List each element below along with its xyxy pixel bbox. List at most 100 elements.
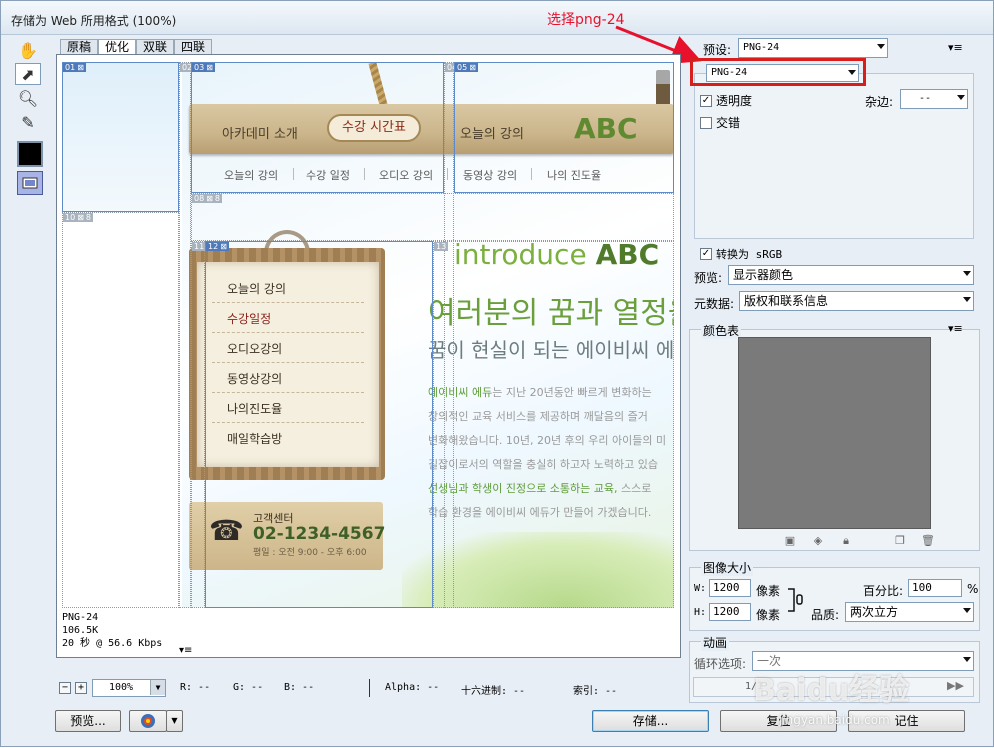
hand-tool-icon[interactable]: ✋ [15,39,41,61]
slice-label: 01 ⊠ [63,63,86,72]
optimize-menu-icon[interactable]: ▾≡ [948,41,963,54]
title-bar: 存储为 Web 所用格式 (100%) [1,1,993,35]
slice-label: 08 ⊠ 8 [192,194,222,203]
animation-title: 动画 [701,634,730,651]
preset-dropdown[interactable]: PNG-24 [738,38,888,58]
readout-g: G: -- [233,682,264,693]
zoom-in-icon[interactable]: + [75,682,87,694]
preview-frame: 아카데미 소개 수강 시간표 오늘의 강의 ABC 오늘의 강의 수강 일정 오… [56,54,681,658]
delete-color-icon[interactable]: 🗑︎ [920,534,936,548]
lock-color-icon[interactable]: 🔒︎ [838,534,854,548]
eyedropper-color-swatch[interactable] [17,141,43,167]
browser-icon [141,714,155,728]
image-canvas[interactable]: 아카데미 소개 수강 시간표 오늘의 강의 ABC 오늘의 강의 수강 일정 오… [62,62,674,608]
loop-label: 循环选项: [694,657,747,671]
slice-label: 13 [434,242,449,251]
tab-original[interactable]: 原稿 [60,39,99,55]
interlace-checkbox[interactable]: 交错 [700,114,740,131]
checkbox-checked-icon: ✓ [700,248,712,260]
slice-10[interactable] [62,212,179,608]
quality-label: 品质: [811,608,840,622]
optimization-info: PNG-24 106.5K 20 秒 @ 56.6 Kbps [62,611,162,650]
zoom-dropdown-icon[interactable]: ▼ [150,680,165,695]
convert-srgb-checkbox[interactable]: ✓ 转换为 sRGB [700,246,782,262]
tab-2up[interactable]: 双联 [136,39,175,55]
slice-01[interactable] [62,62,179,212]
checkbox-checked-icon: ✓ [700,94,712,107]
info-download-speed: 20 秒 @ 56.6 Kbps [62,638,163,649]
matte-label: 杂边: [865,95,894,109]
slice-label: 10 ⊠ 8 [63,213,93,222]
readout-hex: 十六进制: -- [461,686,526,697]
reset-button[interactable]: 复位 [720,710,837,732]
last-frame-icon[interactable]: ▶▶ [947,679,964,692]
slice-08[interactable] [191,193,674,241]
color-table-tools: ▣ ◈ 🔒︎ ❐ 🗑︎ [782,534,936,548]
checkbox-empty-icon [700,116,712,129]
slice-02[interactable] [179,62,191,608]
slice-select-tool-icon[interactable]: ⬈ [15,63,41,85]
status-divider [369,679,370,697]
web-snap-icon[interactable]: ◈ [810,534,826,548]
view-tabs: 原稿 优化 双联 四联 [60,39,213,55]
preview-button[interactable]: 预览... [55,710,121,732]
remember-button[interactable]: 记住 [848,710,965,732]
zoom-tool-icon[interactable]: 🔍︎ [15,87,41,109]
percent-input[interactable]: 100 [908,579,962,597]
slice-12[interactable] [205,241,433,608]
height-unit: 像素 [756,608,781,622]
width-input[interactable]: 1200 [709,579,751,597]
info-format: PNG-24 [62,612,99,623]
annotation-text: 选择png-24 [547,12,625,28]
matte-dropdown[interactable]: -- [900,89,968,109]
readout-r: R: -- [180,682,211,693]
percent-label: 百分比: [863,584,904,598]
info-menu-icon[interactable]: ▾≡ [179,645,192,656]
slice-05[interactable] [454,62,674,193]
width-label: W: [694,583,707,594]
frame-controls [693,677,974,697]
readout-index: 索引: -- [573,686,618,697]
format-highlight-box [690,58,866,86]
readout-alpha: Alpha: -- [385,682,440,693]
preset-label: 预设: [703,43,732,57]
browser-preview-button[interactable] [129,710,167,732]
height-input[interactable]: 1200 [709,603,751,621]
eyedropper-tool-icon[interactable]: ✎ [15,111,41,133]
frame-counter: 1/1 [745,681,764,692]
color-table-title: 颜色表 [701,322,742,339]
slice-03[interactable] [191,62,444,193]
info-size: 106.5K [62,625,99,636]
toggle-slices-visibility-icon[interactable] [17,171,43,195]
metadata-dropdown[interactable]: 版权和联系信息 [739,291,974,311]
status-bar: − + 100% ▼ R: -- G: -- B: -- Alpha: -- 十… [57,679,677,699]
zoom-out-icon[interactable]: − [59,682,71,694]
image-size-title: 图像大小 [701,559,754,576]
slice-13[interactable] [433,241,674,608]
slice-label: 05 ⊠ [455,63,478,72]
tab-optimized[interactable]: 优化 [98,39,137,55]
loop-dropdown[interactable]: 一次 [752,651,974,671]
color-table-menu-icon[interactable]: ▾≡ [948,322,963,335]
slice-label: 03 ⊠ [192,63,215,72]
readout-b: B: -- [284,682,315,693]
preview-label: 预览: [694,271,723,285]
new-color-icon[interactable]: ❐ [892,534,908,548]
slice-label: 12 ⊠ [206,242,229,251]
width-unit: 像素 [756,584,781,598]
preview-dropdown[interactable]: 显示器颜色 [728,265,974,285]
tab-4up[interactable]: 四联 [174,39,213,55]
transparency-checkbox[interactable]: ✓ 透明度 [700,92,752,109]
color-table-swatches[interactable] [738,337,931,529]
quality-dropdown[interactable]: 两次立方 [845,602,974,622]
metadata-label: 元数据: [694,297,735,311]
window-title: 存储为 Web 所用格式 (100%) [11,14,177,28]
height-label: H: [694,607,707,618]
save-for-web-dialog: 存储为 Web 所用格式 (100%) 选择png-24 ✋ ⬈ 🔍︎ ✎ 原稿… [0,0,994,747]
save-button[interactable]: 存储... [592,710,709,732]
browser-dropdown-icon[interactable]: ▼ [166,710,183,732]
map-color-icon[interactable]: ▣ [782,534,798,548]
percent-unit: % [967,582,979,596]
constrain-proportions-link-icon[interactable] [786,587,806,613]
slice-11[interactable] [191,241,205,608]
